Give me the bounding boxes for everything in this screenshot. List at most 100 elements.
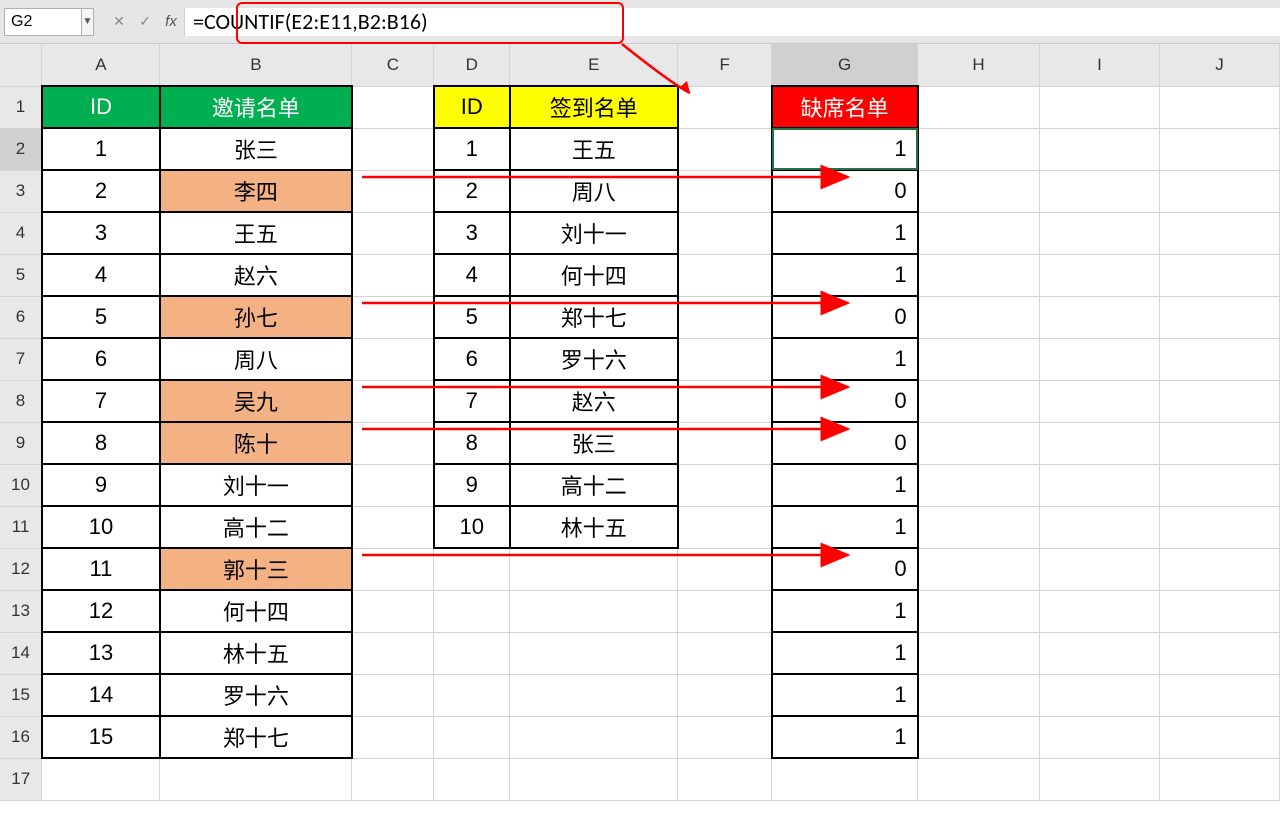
cell-D8[interactable]: 7: [434, 380, 510, 422]
col-header-A[interactable]: A: [42, 44, 160, 86]
cell-I14[interactable]: [1040, 632, 1160, 674]
col-header-C[interactable]: C: [352, 44, 434, 86]
confirm-icon[interactable]: ✓: [132, 8, 158, 36]
cell-A7[interactable]: 6: [42, 338, 160, 380]
cell-D3[interactable]: 2: [434, 170, 510, 212]
cell-A10[interactable]: 9: [42, 464, 160, 506]
cell-G8[interactable]: 0: [772, 380, 918, 422]
cell-A6[interactable]: 5: [42, 296, 160, 338]
cell-D15[interactable]: [434, 674, 510, 716]
cell-F11[interactable]: [678, 506, 772, 548]
cell-B3[interactable]: 李四: [160, 170, 352, 212]
row-header-4[interactable]: 4: [0, 212, 42, 254]
cell-C14[interactable]: [352, 632, 434, 674]
cell-J16[interactable]: [1159, 716, 1279, 758]
cell-F13[interactable]: [678, 590, 772, 632]
cell-I4[interactable]: [1040, 212, 1160, 254]
cell-A4[interactable]: 3: [42, 212, 160, 254]
cell-G4[interactable]: 1: [772, 212, 918, 254]
row-header-3[interactable]: 3: [0, 170, 42, 212]
cell-D17[interactable]: [434, 758, 510, 800]
cell-F2[interactable]: [678, 128, 772, 170]
cell-J15[interactable]: [1159, 674, 1279, 716]
cell-G1[interactable]: 缺席名单: [772, 86, 918, 128]
cell-D12[interactable]: [434, 548, 510, 590]
cell-E4[interactable]: 刘十一: [510, 212, 678, 254]
cell-G9[interactable]: 0: [772, 422, 918, 464]
cell-J6[interactable]: [1159, 296, 1279, 338]
cell-C17[interactable]: [352, 758, 434, 800]
row-header-7[interactable]: 7: [0, 338, 42, 380]
cell-D16[interactable]: [434, 716, 510, 758]
cell-F16[interactable]: [678, 716, 772, 758]
cell-J7[interactable]: [1159, 338, 1279, 380]
cell-G5[interactable]: 1: [772, 254, 918, 296]
cell-F4[interactable]: [678, 212, 772, 254]
cell-B2[interactable]: 张三: [160, 128, 352, 170]
cell-A14[interactable]: 13: [42, 632, 160, 674]
cell-F7[interactable]: [678, 338, 772, 380]
cell-H11[interactable]: [918, 506, 1040, 548]
cell-F8[interactable]: [678, 380, 772, 422]
cell-I7[interactable]: [1040, 338, 1160, 380]
row-header-16[interactable]: 16: [0, 716, 42, 758]
cell-C15[interactable]: [352, 674, 434, 716]
cell-B11[interactable]: 高十二: [160, 506, 352, 548]
cell-H12[interactable]: [918, 548, 1040, 590]
cell-H2[interactable]: [918, 128, 1040, 170]
cell-I16[interactable]: [1040, 716, 1160, 758]
cell-D4[interactable]: 3: [434, 212, 510, 254]
row-header-10[interactable]: 10: [0, 464, 42, 506]
cell-I5[interactable]: [1040, 254, 1160, 296]
row-header-9[interactable]: 9: [0, 422, 42, 464]
row-header-11[interactable]: 11: [0, 506, 42, 548]
col-header-E[interactable]: E: [510, 44, 678, 86]
cell-A16[interactable]: 15: [42, 716, 160, 758]
row-header-14[interactable]: 14: [0, 632, 42, 674]
cell-E3[interactable]: 周八: [510, 170, 678, 212]
row-header-8[interactable]: 8: [0, 380, 42, 422]
cell-C2[interactable]: [352, 128, 434, 170]
cell-J11[interactable]: [1159, 506, 1279, 548]
cell-I8[interactable]: [1040, 380, 1160, 422]
cell-J10[interactable]: [1159, 464, 1279, 506]
cell-J17[interactable]: [1159, 758, 1279, 800]
cell-A8[interactable]: 7: [42, 380, 160, 422]
cell-C9[interactable]: [352, 422, 434, 464]
cell-J3[interactable]: [1159, 170, 1279, 212]
cell-H17[interactable]: [918, 758, 1040, 800]
cell-A15[interactable]: 14: [42, 674, 160, 716]
cell-G17[interactable]: [772, 758, 918, 800]
cell-J5[interactable]: [1159, 254, 1279, 296]
cell-I10[interactable]: [1040, 464, 1160, 506]
cell-A1[interactable]: ID: [42, 86, 160, 128]
cell-E15[interactable]: [510, 674, 678, 716]
cell-C13[interactable]: [352, 590, 434, 632]
row-header-13[interactable]: 13: [0, 590, 42, 632]
cell-F15[interactable]: [678, 674, 772, 716]
cell-J13[interactable]: [1159, 590, 1279, 632]
cell-D14[interactable]: [434, 632, 510, 674]
col-header-J[interactable]: J: [1159, 44, 1279, 86]
cell-I12[interactable]: [1040, 548, 1160, 590]
cell-C8[interactable]: [352, 380, 434, 422]
row-header-15[interactable]: 15: [0, 674, 42, 716]
cancel-icon[interactable]: ✕: [106, 8, 132, 36]
name-box[interactable]: G2: [4, 8, 82, 36]
cell-F1[interactable]: [678, 86, 772, 128]
cell-I3[interactable]: [1040, 170, 1160, 212]
cell-C10[interactable]: [352, 464, 434, 506]
cell-J14[interactable]: [1159, 632, 1279, 674]
cell-E6[interactable]: 郑十七: [510, 296, 678, 338]
cell-C3[interactable]: [352, 170, 434, 212]
cell-E9[interactable]: 张三: [510, 422, 678, 464]
cell-F9[interactable]: [678, 422, 772, 464]
cell-G2[interactable]: 1: [772, 128, 918, 170]
cell-B15[interactable]: 罗十六: [160, 674, 352, 716]
cell-F12[interactable]: [678, 548, 772, 590]
row-header-2[interactable]: 2: [0, 128, 42, 170]
cell-I17[interactable]: [1040, 758, 1160, 800]
row-header-17[interactable]: 17: [0, 758, 42, 800]
cell-G16[interactable]: 1: [772, 716, 918, 758]
cell-H8[interactable]: [918, 380, 1040, 422]
